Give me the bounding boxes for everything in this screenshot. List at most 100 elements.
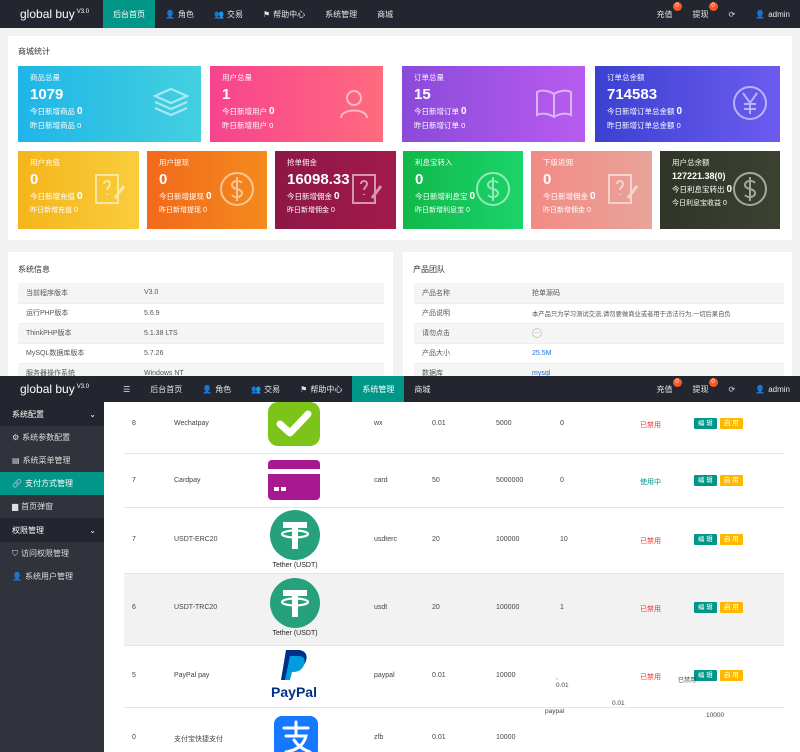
stat-label: 下级返佣 (543, 158, 573, 167)
table-row: 6 USDT-TRC20 Tether (USDT) usdt 20 10000… (124, 574, 784, 646)
people-icon: 👥 (214, 9, 224, 19)
nav-trade-2[interactable]: 👥 交易 (241, 376, 290, 402)
note-icon (350, 172, 384, 208)
product-size-link[interactable]: 25.5M (532, 350, 551, 357)
stat-label: 用户总量 (222, 73, 252, 82)
yen-icon (732, 85, 768, 123)
card-logo (268, 460, 320, 502)
user-icon: 👤 (165, 9, 176, 19)
sidebar-item-users[interactable]: 👤 系统用户管理 (0, 565, 104, 588)
sidebar-item-payment[interactable]: 🔗 支付方式管理 (0, 472, 104, 495)
paypal-logo: PayPal (264, 648, 324, 700)
nav-system[interactable]: 系统管理 (315, 0, 367, 28)
enable-button[interactable]: 启 用 (719, 602, 743, 613)
enable-button[interactable]: 启 用 (719, 418, 743, 429)
user-icon (337, 86, 371, 122)
table-row: ThinkPHP版本 5.1.38 LTS (18, 323, 384, 344)
enable-button[interactable]: 启 用 (719, 475, 743, 486)
refresh-button[interactable]: ⟳ (719, 0, 746, 28)
brand-logo[interactable]: global buy V3.0 (0, 7, 103, 21)
table-row: 7 USDT-ERC20 Tether (USDT) usdterc 20 10… (124, 508, 784, 574)
edit-button[interactable]: 编 辑 (694, 475, 717, 486)
do-not-click-link[interactable]: --- (524, 323, 784, 344)
layers-icon (152, 87, 190, 121)
dollar-icon (732, 171, 768, 209)
sidebar-group-config[interactable]: 系统配置 ⌄ (0, 402, 104, 426)
sidebar-toggle-button[interactable]: ☰ (113, 376, 140, 402)
sidebar-item-access[interactable]: ⛉ 访问权限管理 (0, 542, 104, 565)
top-navbar: global buy V3.0 后台首页 👤 角色 👥 交易 ⚑ 帮助中心 系统管理 商… (0, 0, 800, 28)
payment-content: 8 Wechatpay wx 0.01 5000 0 已禁用 编 辑启 用 7 … (104, 402, 800, 752)
user-menu-2[interactable]: 👤 admin (745, 376, 800, 402)
nav-help-2[interactable]: ⚑ 帮助中心 (290, 376, 352, 402)
nav-trade[interactable]: 👥 交易 (204, 0, 253, 28)
nav-roles-2[interactable]: 👤 角色 (192, 376, 241, 402)
nav-roles[interactable]: 👤 角色 (155, 0, 204, 28)
sidebar-item-params[interactable]: ⚙ 系统参数配置 (0, 426, 104, 449)
chevron-down-icon: ⌄ (89, 409, 96, 419)
stat-card: 用户充值 0 今日新增充值 0 昨日新增充值 0 (18, 151, 139, 229)
enable-button[interactable]: 启 用 (719, 534, 743, 545)
people-icon: 👥 (251, 384, 262, 394)
nav-help[interactable]: ⚑ 帮助中心 (253, 0, 315, 28)
gear-icon: ⚙ (12, 433, 20, 442)
product-team-title: 产品团队 (413, 265, 445, 274)
nav-mall[interactable]: 商城 (367, 0, 403, 28)
withdraw-link[interactable]: 提现 0 (683, 0, 719, 28)
stat-label: 商品总量 (30, 73, 60, 82)
edit-button[interactable]: 编 辑 (694, 602, 717, 613)
stat-label: 抢单佣金 (287, 158, 317, 167)
user-icon: 👤 (755, 9, 766, 19)
user-icon: 👤 (755, 384, 766, 394)
table-row: 当前程序版本 V3.0 (18, 283, 384, 304)
sidebar-group-permissions[interactable]: 权限管理 ⌄ (0, 518, 104, 542)
system-info-table: 当前程序版本 V3.0 运行PHP版本 5.6.9 ThinkPHP版本 5.1.38… (18, 283, 384, 384)
user-menu[interactable]: 👤 admin (745, 0, 800, 28)
status-badge: 已禁用 (640, 422, 661, 429)
sidebar: 系统配置 ⌄ ⚙ 系统参数配置 ▤ 系统菜单管理 🔗 支付方式管理 ▆ 首页弹窗 权限管理… (0, 402, 104, 752)
nav-home[interactable]: 后台首页 (103, 0, 156, 28)
nav-mall-2[interactable]: 商城 (404, 376, 440, 402)
link-icon: 🔗 (12, 479, 22, 488)
tether-logo: Tether (USDT) (266, 578, 324, 637)
dollar-icon (475, 171, 511, 209)
table-row: 产品名称 抢单源码 (414, 283, 784, 304)
status-badge: 已禁用 (640, 606, 661, 613)
status-badge: 已禁用 (640, 674, 661, 681)
nav-right: 充值 0 提现 0 ⟳ 👤 admin (647, 0, 800, 28)
refresh-icon: ⟳ (728, 384, 736, 394)
refresh-button-2[interactable]: ⟳ (719, 376, 746, 402)
table-row: MySQL数据库版本 5.7.26 (18, 343, 384, 364)
second-navbar: global buy V3.0 ☰ 后台首页 👤 角色 👥 交易 ⚑ 帮助中心 系统管理… (0, 376, 800, 402)
stat-card: 用户提现 0 今日新增提现 0 昨日新增提现 0 (147, 151, 267, 229)
table-row: 7 Cardpay card 50 5000000 0 使用中 编 辑启 用 (124, 454, 784, 508)
table-row: 0 支付宝快捷支付 zfb 0.01 10000 (124, 708, 784, 752)
withdraw-badge-2: 0 (708, 378, 718, 387)
chevron-down-icon: ⌄ (89, 525, 96, 535)
recharge-badge: 0 (672, 2, 682, 11)
nav-home-2[interactable]: 后台首页 (140, 376, 192, 402)
status-badge: 使用中 (640, 479, 661, 486)
stat-card: 用户总量 1 今日新增用户 0 昨日新增用户 0 (210, 66, 383, 142)
stat-card: 订单总量 15 今日新增订单 0 昨日新增订单 0 (402, 66, 585, 142)
stat-card: 抢单佣金 16098.33 今日新增佣金 0 昨日新增佣金 0 (275, 151, 396, 229)
nav-system-2[interactable]: 系统管理 (352, 376, 405, 402)
brand-logo-2[interactable]: global buy V3.0 (0, 382, 113, 396)
status-badge: 已禁用 (640, 538, 661, 545)
recharge-link-2[interactable]: 充值 0 (647, 376, 683, 402)
stat-label: 用户充值 (30, 158, 60, 167)
enable-button[interactable]: 启 用 (719, 670, 743, 681)
edit-button[interactable]: 编 辑 (694, 418, 717, 429)
stat-label: 订单总量 (414, 73, 444, 82)
sidebar-item-menu[interactable]: ▤ 系统菜单管理 (0, 449, 104, 472)
sidebar-item-popup[interactable]: ▆ 首页弹窗 (0, 495, 104, 518)
tether-logo: Tether (USDT) (266, 510, 324, 569)
user-icon: 👤 (202, 384, 213, 394)
main-nav: 后台首页 👤 角色 👥 交易 ⚑ 帮助中心 系统管理 商城 (103, 0, 403, 28)
stat-card: 利息宝转入 0 今日新增利息宝 0 昨日新增利息宝 0 (403, 151, 523, 229)
recharge-link[interactable]: 充值 0 (647, 0, 683, 28)
edit-button[interactable]: 编 辑 (694, 534, 717, 545)
edit-button[interactable]: 编 辑 (694, 670, 717, 681)
withdraw-link-2[interactable]: 提现 0 (683, 376, 719, 402)
table-row: 产品大小 25.5M (414, 343, 784, 364)
